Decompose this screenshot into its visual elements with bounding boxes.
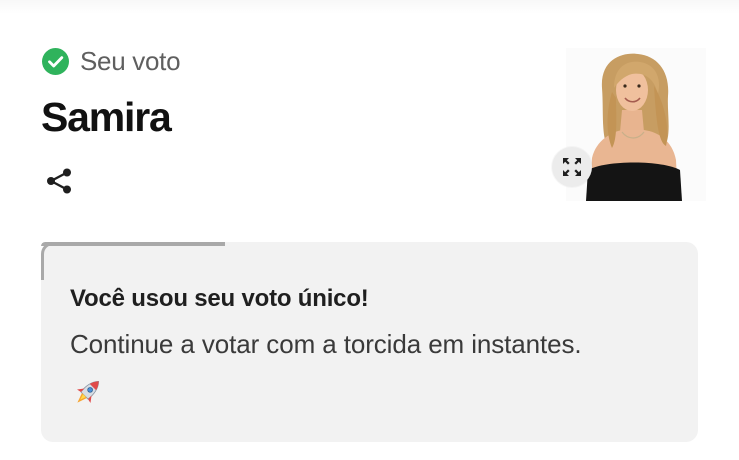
notice-progress-corner xyxy=(41,242,53,280)
notice-title: Você usou seu voto único! xyxy=(70,285,369,312)
candidate-photo-container xyxy=(552,48,706,201)
expand-photo-button[interactable] xyxy=(552,147,592,187)
check-circle-icon xyxy=(42,47,69,75)
rocket-icon xyxy=(77,380,100,403)
vote-notice-card: Você usou seu voto único! Continue a vot… xyxy=(41,242,698,442)
notice-progress-fill xyxy=(41,242,225,246)
notice-progress-track xyxy=(41,242,698,246)
share-button[interactable] xyxy=(42,164,76,198)
top-fade xyxy=(0,0,739,14)
candidate-name: Samira xyxy=(41,94,172,140)
notice-message: Continue a votar com a torcida em instan… xyxy=(70,329,582,359)
vote-status-label: Seu voto xyxy=(80,46,181,76)
share-icon xyxy=(47,168,71,194)
expand-icon xyxy=(563,158,581,176)
vote-status: Seu voto xyxy=(42,46,181,76)
